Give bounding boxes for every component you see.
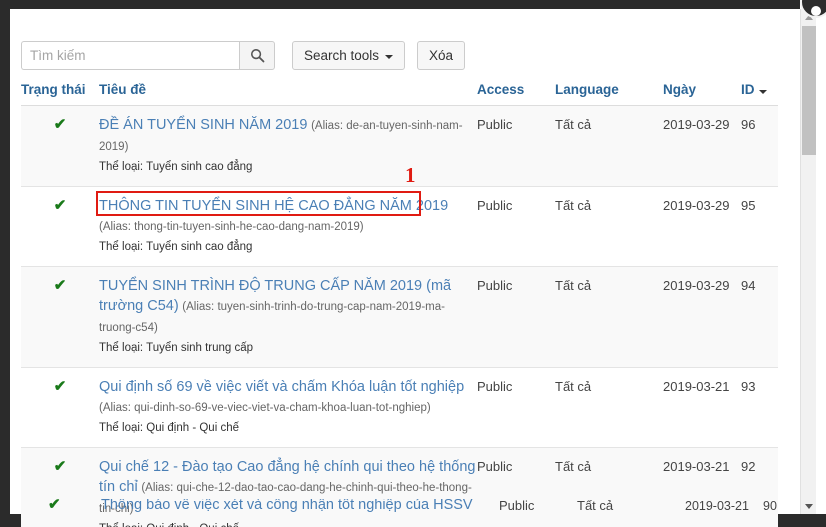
cell-access: Public	[499, 499, 535, 513]
article-category: Thể loại: Tuyển sinh trung cấp	[99, 342, 254, 354]
article-title-link[interactable]: ĐỀ ÁN TUYỂN SINH NĂM 2019	[99, 117, 307, 133]
cell-id: 92	[741, 447, 778, 527]
cell-date: 2019-03-21	[663, 447, 741, 527]
cell-date: 2019-03-29	[663, 266, 741, 368]
search-tools-label: Search tools	[304, 48, 380, 63]
cell-language: Tất cả	[555, 447, 663, 527]
cell-access: Public	[477, 105, 555, 187]
cell-access: Public	[477, 447, 555, 527]
check-icon: ✔	[53, 116, 67, 133]
cell-title: THÔNG TIN TUYỂN SINH HỆ CAO ĐẲNG NĂM 201…	[96, 165, 477, 267]
chevron-down-icon	[385, 54, 394, 59]
check-icon: ✔	[48, 499, 61, 513]
search-group	[21, 41, 275, 70]
check-icon: ✔	[53, 197, 67, 214]
cell-title: ĐỀ ÁN TUYỂN SINH NĂM 2019 (Alias: de-an-…	[99, 105, 477, 187]
table-row[interactable]: ✔ Qui định số 69 về việc viết và chấm Khó…	[21, 367, 778, 448]
cell-date: 2019-03-21	[685, 499, 749, 513]
article-title-link[interactable]: Thông báo về việc xét và công nhận tốt n…	[101, 499, 473, 514]
window-chrome-top	[10, 0, 800, 9]
vertical-scrollbar[interactable]	[800, 9, 816, 514]
table-row[interactable]: ✔ ĐỀ ÁN TUYỂN SINH NĂM 2019 (Alias: de-an…	[21, 105, 778, 187]
articles-table-wrapper: Trạng thái Tiêu đề Access Language Ngày …	[21, 80, 778, 527]
article-alias: (Alias: thong-tin-tuyen-sinh-he-cao-dang…	[99, 221, 364, 233]
cell-language: Tất cả	[577, 499, 614, 513]
cell-id: 90	[763, 499, 777, 513]
cell-status[interactable]: ✔	[21, 447, 99, 527]
cell-title: Qui định số 69 về việc viết và chấm Khóa…	[99, 367, 477, 448]
article-title-link[interactable]: Qui định số 69 về việc viết và chấm Khóa…	[99, 379, 464, 395]
search-tools-button[interactable]: Search tools	[292, 41, 406, 70]
cell-language: Tất cả	[555, 367, 663, 448]
cell-access: Public	[477, 186, 555, 267]
table-row-partial[interactable]: ✔ Thông báo về việc xét và công nhận tốt…	[21, 499, 778, 514]
search-icon	[250, 48, 265, 63]
window-chrome-left	[0, 0, 10, 514]
article-category: Thể loại: Tuyển sinh cao đẳng	[99, 161, 253, 173]
clear-button[interactable]: Xóa	[417, 41, 466, 70]
cell-id: 93	[741, 367, 778, 448]
article-category: Thể loại: Qui định - Qui chế	[99, 422, 239, 434]
articles-table: Trạng thái Tiêu đề Access Language Ngày …	[21, 80, 778, 527]
column-header-date[interactable]: Ngày	[663, 80, 741, 106]
cell-language: Tất cả	[555, 105, 663, 187]
caret-down-icon	[758, 90, 767, 94]
cell-status[interactable]: ✔	[21, 266, 99, 368]
search-input[interactable]	[21, 41, 239, 70]
cell-id: 96	[741, 105, 778, 187]
column-header-id-label: ID	[741, 82, 755, 97]
clear-label: Xóa	[429, 48, 454, 63]
table-body: ✔ ĐỀ ÁN TUYỂN SINH NĂM 2019 (Alias: de-an…	[21, 105, 778, 527]
table-row[interactable]: ✔ TUYỂN SINH TRÌNH ĐỘ TRUNG CẤP NĂM 2019 …	[21, 266, 778, 368]
article-category: Thể loại: Qui định - Qui chế	[99, 521, 477, 527]
column-header-language[interactable]: Language	[555, 80, 663, 106]
cell-title: TUYỂN SINH TRÌNH ĐỘ TRUNG CẤP NĂM 2019 (…	[99, 266, 477, 368]
search-button[interactable]	[239, 41, 275, 70]
check-icon: ✔	[53, 378, 67, 395]
cell-id: 94	[741, 266, 778, 368]
cell-date: 2019-03-21	[663, 367, 741, 448]
cell-language: Tất cả	[555, 186, 663, 267]
cell-access: Public	[477, 266, 555, 368]
cell-language: Tất cả	[555, 266, 663, 368]
table-row[interactable]: ✔ Qui chế 12 - Đào tạo Cao đẳng hệ chính …	[21, 447, 778, 527]
table-row[interactable]: ✔ THÔNG TIN TUYỂN SINH HỆ CAO ĐẲNG NĂM 20…	[21, 165, 778, 267]
check-icon: ✔	[53, 458, 67, 475]
cell-status[interactable]: ✔	[21, 367, 99, 448]
column-header-title[interactable]: Tiêu đề	[99, 80, 477, 106]
article-category: Thể loại: Tuyển sinh cao đẳng	[99, 241, 253, 253]
column-header-access[interactable]: Access	[477, 80, 555, 106]
check-icon: ✔	[53, 277, 67, 294]
column-header-id[interactable]: ID	[741, 80, 778, 106]
scroll-down-button[interactable]	[801, 498, 817, 514]
article-title-link[interactable]: THÔNG TIN TUYỂN SINH HỆ CAO ĐẲNG NĂM 201…	[99, 198, 448, 214]
table-header-row: Trạng thái Tiêu đề Access Language Ngày …	[21, 80, 778, 106]
column-header-status[interactable]: Trạng thái	[21, 80, 99, 106]
cell-status[interactable]: ✔	[21, 105, 99, 187]
search-toolbar: Search tools Xóa	[21, 41, 466, 70]
cell-title: Qui chế 12 - Đào tạo Cao đẳng hệ chính q…	[99, 447, 477, 527]
caret-down-icon	[805, 503, 813, 509]
annotation-step-number: 1	[405, 163, 416, 187]
scrollbar-thumb[interactable]	[802, 26, 816, 155]
cell-status[interactable]: ✔	[21, 186, 99, 267]
screenshot-root: Search tools Xóa Trạng thái Tiêu đề Acce…	[0, 0, 826, 527]
article-alias: (Alias: qui-dinh-so-69-ve-viec-viet-va-c…	[99, 402, 431, 414]
cell-access: Public	[477, 367, 555, 448]
cell-date: 2019-03-29	[663, 105, 741, 187]
cell-id: 95	[741, 186, 778, 267]
cell-date: 2019-03-29	[663, 186, 741, 267]
table-head: Trạng thái Tiêu đề Access Language Ngày …	[21, 80, 778, 106]
